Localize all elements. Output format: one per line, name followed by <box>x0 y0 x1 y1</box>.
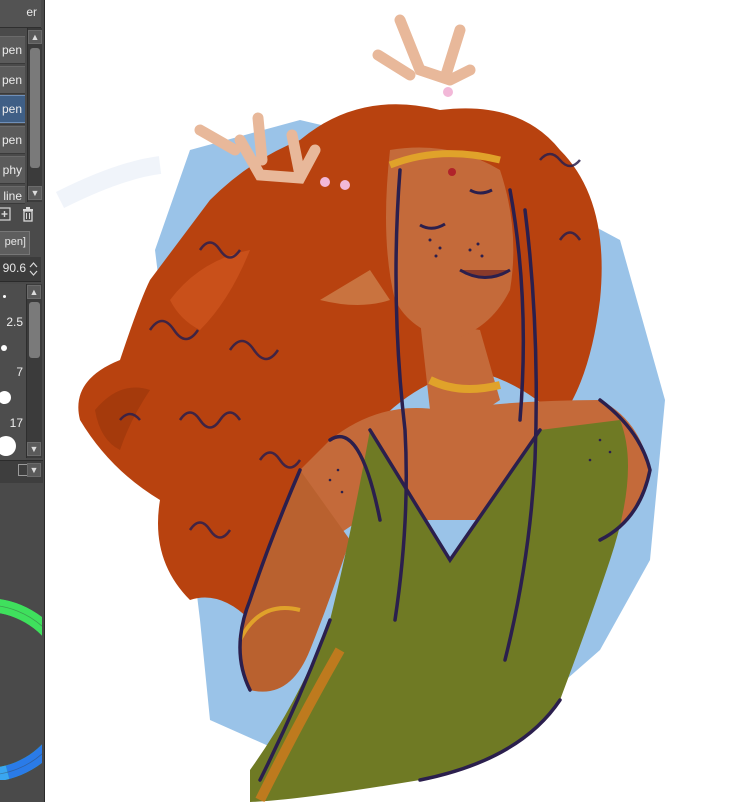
preset-scrollbar[interactable]: ▲ ▼ <box>26 284 42 458</box>
subtool-item-5[interactable]: pen <box>0 126 25 154</box>
brush-dot-icon <box>0 391 11 404</box>
brush-preset-4[interactable]: 7 <box>0 360 26 388</box>
subtool-item-label: line <box>3 189 22 203</box>
brush-preset-7[interactable] <box>0 434 26 462</box>
brush-preset-value: 17 <box>9 416 23 430</box>
subtool-item-6[interactable]: phy <box>0 156 25 184</box>
add-icon[interactable] <box>0 206 12 222</box>
brush-dot-icon <box>0 436 16 456</box>
brush-size-field[interactable]: 90.6 <box>0 257 41 282</box>
brush-preset-2[interactable]: 2.5 <box>0 309 26 337</box>
chevron-down-icon[interactable]: ▼ <box>27 463 41 477</box>
subtool-item-2[interactable]: pen <box>0 66 25 94</box>
brush-preset-1[interactable] <box>0 284 26 312</box>
tool-property-tab[interactable]: pen] <box>0 231 30 255</box>
brush-dot-icon <box>1 345 7 351</box>
updown-arrows-icon[interactable] <box>28 261 39 277</box>
chevron-down-icon[interactable]: ▼ <box>28 186 42 200</box>
panel-title: er <box>26 5 37 19</box>
subtool-item-label: pen <box>1 102 22 116</box>
tool-property-tab-label: pen] <box>4 236 26 248</box>
color-wheel[interactable] <box>0 598 44 782</box>
panel-bottom-bar: ▼ <box>0 460 43 483</box>
subtool-item-label: pen <box>1 133 22 147</box>
drawing-canvas[interactable] <box>45 0 743 802</box>
chevron-up-icon[interactable]: ▲ <box>27 285 41 299</box>
trash-icon[interactable] <box>20 206 36 222</box>
brush-preset-value: 7 <box>16 365 23 379</box>
subtool-panel-header: er <box>0 0 41 28</box>
subtool-item-label: pen <box>1 43 22 57</box>
subtool-item-1[interactable]: pen <box>0 36 25 64</box>
brush-preset-5[interactable] <box>0 386 26 414</box>
subtool-separator <box>0 124 25 125</box>
subtool-item-3-selected[interactable]: pen <box>0 95 25 123</box>
subtool-item-label: pen <box>1 73 22 87</box>
scrollbar-thumb[interactable] <box>30 48 40 168</box>
scrollbar-thumb[interactable] <box>29 302 40 358</box>
artwork-illustration <box>55 14 665 802</box>
subtool-item-label: phy <box>2 163 22 177</box>
chevron-down-icon[interactable]: ▼ <box>27 442 41 456</box>
brush-preset-value: 2.5 <box>6 315 23 329</box>
subtool-list: pen pen pen pen phy line <box>0 28 27 204</box>
brush-size-value: 90.6 <box>2 261 26 275</box>
subtool-item-7[interactable]: line <box>0 186 25 204</box>
chevron-up-icon[interactable]: ▲ <box>28 30 42 44</box>
left-tool-panel: er pen pen pen pen phy line ▲ ▼ pen] 90.… <box>0 0 45 802</box>
subtool-scrollbar[interactable]: ▲ ▼ <box>27 28 42 202</box>
brush-dot-icon <box>3 295 6 298</box>
brush-preset-3[interactable] <box>0 335 26 363</box>
